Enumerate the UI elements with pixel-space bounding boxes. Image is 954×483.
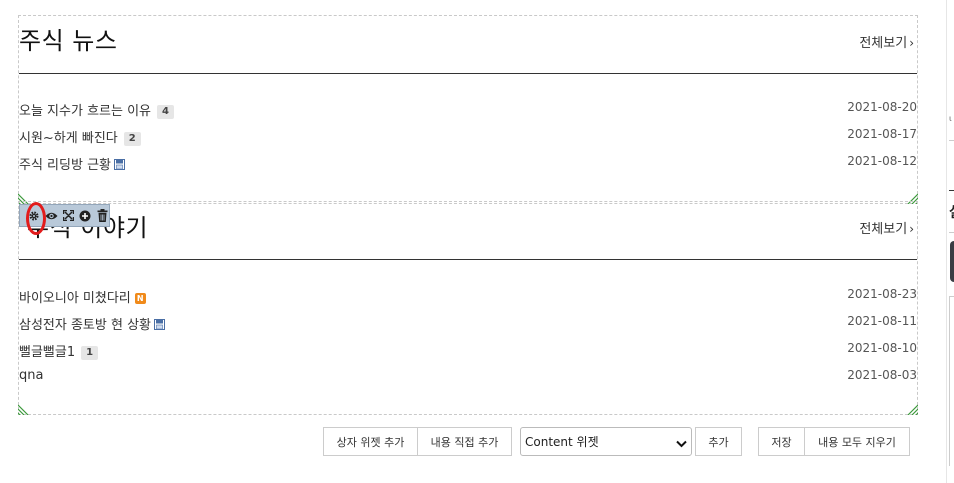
view-all-label: 전체보기 xyxy=(859,222,908,237)
sidebar-heading-fragment: 실 xyxy=(949,202,954,222)
post-title-link[interactable]: 삼성전자 종토방 현 상황 xyxy=(19,314,165,334)
post-date: 2021-08-17 xyxy=(847,127,917,141)
post-list: 바이오니아 미쳤다리 N 2021-08-23 삼성전자 종토방 현 상황 202… xyxy=(19,287,917,395)
list-item: 뻘글뻘글1 1 2021-08-10 xyxy=(19,341,917,368)
post-title: 삼성전자 종토방 현 상황 xyxy=(19,318,151,333)
widget-type-select-value: Content 위젯 xyxy=(525,435,599,449)
divider xyxy=(949,190,954,191)
view-all-link[interactable]: 전체보기 › xyxy=(859,218,914,237)
post-date: 2021-08-23 xyxy=(847,287,917,301)
expand-icon[interactable] xyxy=(61,209,75,223)
widget-type-select[interactable]: Content 위젯 xyxy=(520,427,692,456)
post-date: 2021-08-10 xyxy=(847,341,917,355)
clear-all-content-button[interactable]: 내용 모두 지우기 xyxy=(804,427,910,456)
add-content-direct-button[interactable]: 내용 직접 추가 xyxy=(417,427,512,456)
view-all-label: 전체보기 xyxy=(859,36,908,51)
trash-icon[interactable] xyxy=(95,209,109,223)
divider xyxy=(949,140,954,141)
comment-count-badge: 4 xyxy=(157,105,174,119)
post-list: 오늘 지수가 흐르는 이유 4 2021-08-20 시원~하게 빠진다 2 202… xyxy=(19,100,917,181)
add-box-widget-button[interactable]: 상자 위젯 추가 xyxy=(323,427,418,456)
list-item: 오늘 지수가 흐르는 이유 4 2021-08-20 xyxy=(19,100,917,127)
resize-corner-icon[interactable] xyxy=(18,403,30,415)
eye-icon[interactable] xyxy=(44,209,58,223)
news-widget: 주식 뉴스 전체보기 › 오늘 지수가 흐르는 이유 4 2021-08-20 시원… xyxy=(18,15,918,204)
list-item: 시원~하게 빠진다 2 2021-08-17 xyxy=(19,127,917,154)
post-title-link[interactable]: qna xyxy=(19,368,43,383)
divider xyxy=(949,232,954,233)
post-title: qna xyxy=(19,368,44,383)
widget-header: 주식 뉴스 전체보기 › xyxy=(19,16,917,74)
plus-circle-icon[interactable] xyxy=(78,209,92,223)
chevron-down-icon xyxy=(676,437,687,451)
list-item: 주식 리딩방 근황 2021-08-12 xyxy=(19,154,917,181)
comment-count-badge: 2 xyxy=(123,132,141,146)
post-title-link[interactable]: 뻘글뻘글1 1 xyxy=(19,341,99,360)
list-item: qna 2021-08-03 xyxy=(19,368,917,395)
story-widget: 주식 이야기 전체보기 › 바이오니아 미쳤다리 N 2021-08-23 삼성전자… xyxy=(18,201,918,415)
post-date: 2021-08-03 xyxy=(847,368,917,382)
post-title: 주식 리딩방 근황 xyxy=(19,158,111,173)
post-date: 2021-08-11 xyxy=(847,314,917,328)
add-button[interactable]: 추가 xyxy=(695,427,742,456)
post-date: 2021-08-20 xyxy=(847,100,917,114)
view-all-link[interactable]: 전체보기 › xyxy=(859,32,914,51)
post-title-link[interactable]: 바이오니아 미쳤다리 N xyxy=(19,287,146,306)
post-title: 뻘글뻘글1 xyxy=(19,345,76,360)
list-item: 삼성전자 종토방 현 상황 2021-08-11 xyxy=(19,314,917,341)
post-title: 시원~하게 빠진다 xyxy=(19,131,118,146)
chevron-right-icon: › xyxy=(909,222,914,236)
sidebar-panel-border xyxy=(949,296,954,466)
resize-corner-icon[interactable] xyxy=(906,403,918,415)
sidebar-dark-box[interactable] xyxy=(950,241,954,282)
highlight-ring xyxy=(26,202,46,235)
sidebar-text-fragment: ι xyxy=(949,114,952,123)
post-date: 2021-08-12 xyxy=(847,154,917,168)
post-title-link[interactable]: 주식 리딩방 근황 xyxy=(19,154,125,174)
widget-title: 주식 뉴스 xyxy=(19,27,118,55)
save-button[interactable]: 저장 xyxy=(758,427,805,456)
post-title: 바이오니아 미쳤다리 xyxy=(19,291,131,306)
chevron-right-icon: › xyxy=(909,36,914,50)
new-badge: N xyxy=(134,293,146,304)
comment-count-badge: 1 xyxy=(81,346,99,360)
post-title: 오늘 지수가 흐르는 이유 xyxy=(19,104,151,119)
image-attachment-icon xyxy=(114,159,125,174)
image-attachment-icon xyxy=(154,319,165,334)
right-sidebar-fragment: ι 실 xyxy=(946,0,954,483)
post-title-link[interactable]: 오늘 지수가 흐르는 이유 4 xyxy=(19,100,174,119)
list-item: 바이오니아 미쳤다리 N 2021-08-23 xyxy=(19,287,917,314)
post-title-link[interactable]: 시원~하게 빠진다 2 xyxy=(19,127,141,146)
editor-action-bar: 상자 위젯 추가 내용 직접 추가 Content 위젯 추가 저장 내용 모두… xyxy=(0,427,954,457)
widget-header: 주식 이야기 전체보기 › xyxy=(19,202,917,260)
